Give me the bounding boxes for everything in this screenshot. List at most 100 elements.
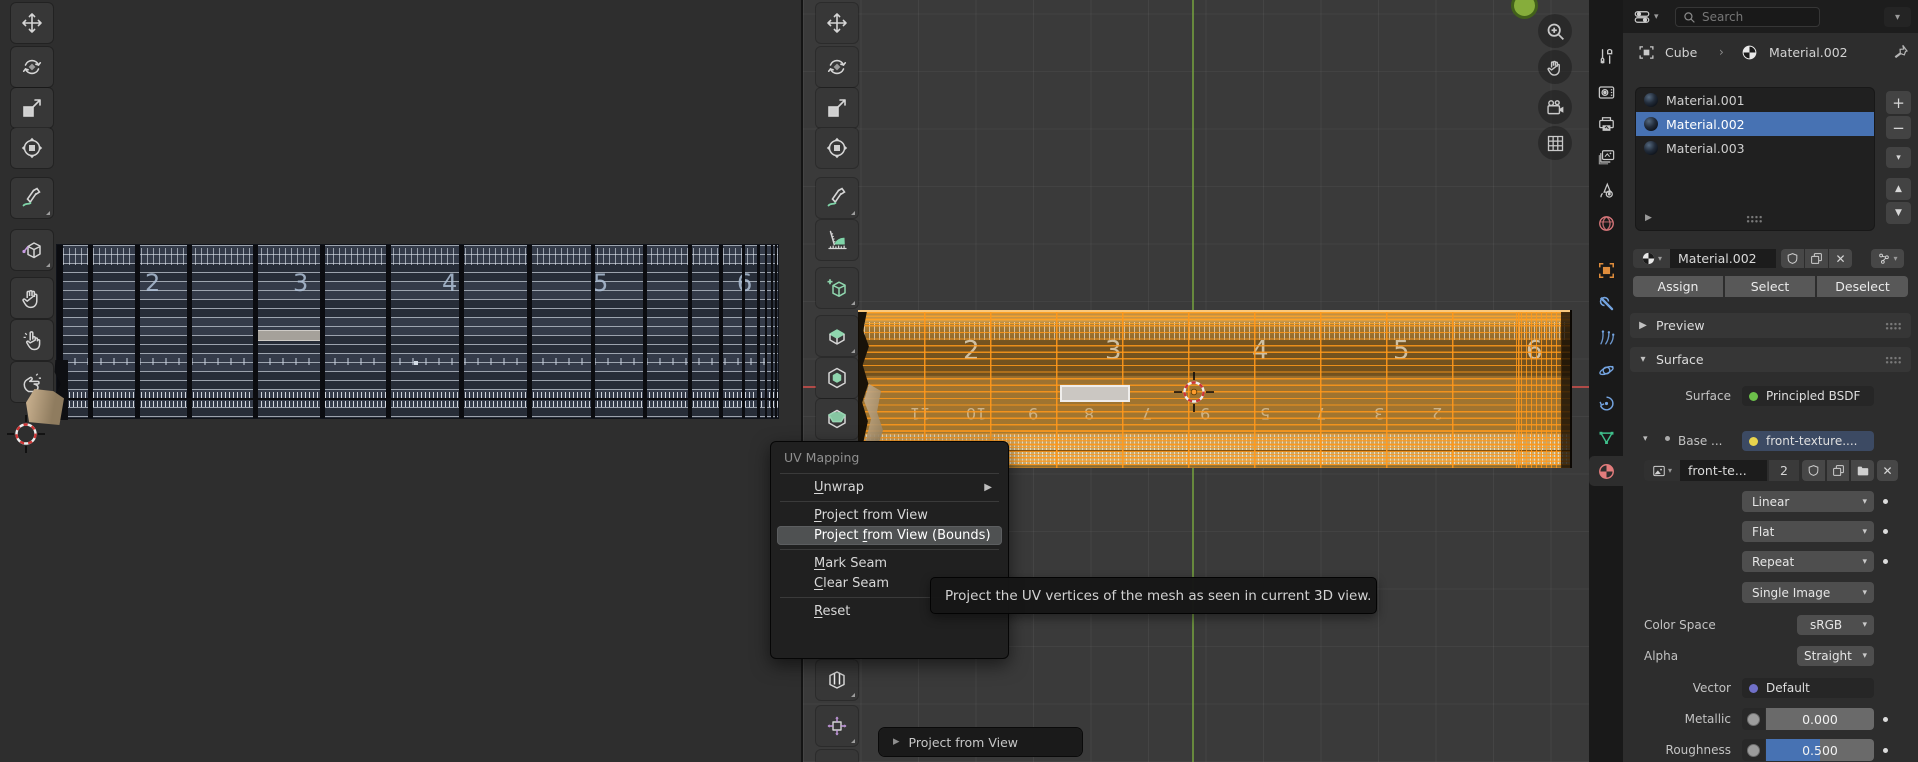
material-slot-material.002[interactable]: Material.002 xyxy=(1636,112,1874,136)
tab-output[interactable] xyxy=(1589,109,1623,139)
transform-tool-button[interactable] xyxy=(11,128,53,168)
breadcrumb-material[interactable]: Material.002 xyxy=(1769,45,1848,60)
metallic-socket-button[interactable] xyxy=(1742,708,1765,730)
inset-tool-button[interactable] xyxy=(816,358,858,398)
browse-image-button[interactable]: ▾ xyxy=(1644,460,1680,481)
roughness-socket-button[interactable] xyxy=(1742,739,1765,761)
color-space-dropdown[interactable]: sRGB▾ xyxy=(1797,615,1874,635)
annotate-tool-button[interactable] xyxy=(11,178,53,218)
operator-panel[interactable]: ▸ Project from View xyxy=(879,728,1082,756)
tab-object[interactable] xyxy=(1589,255,1623,285)
expand-arrow-icon[interactable]: ▸ xyxy=(893,734,900,749)
panel-drag-grip[interactable] xyxy=(1885,356,1902,364)
pan-view-button[interactable] xyxy=(1538,50,1572,84)
move-tool-button[interactable] xyxy=(816,3,858,43)
fake-user-shield-button[interactable] xyxy=(1781,249,1804,268)
source-dropdown[interactable]: Single Image▾ xyxy=(1742,582,1874,603)
panel-drag-grip[interactable] xyxy=(1885,322,1902,330)
scale-tool-button[interactable] xyxy=(11,88,53,128)
menu-item-unwrap[interactable]: Unwrap▶ xyxy=(777,478,1002,497)
nodetree-button[interactable]: ▾ xyxy=(1871,249,1904,268)
move-slot-down-button[interactable]: ▼ xyxy=(1886,202,1911,224)
relax-tool-button[interactable] xyxy=(11,320,53,360)
open-image-button[interactable] xyxy=(1851,460,1874,481)
roughness-slider[interactable]: 0.500 xyxy=(1766,739,1874,761)
unlink-image-button[interactable]: ✕ xyxy=(1877,460,1898,481)
bevel-tool-button[interactable] xyxy=(816,399,858,439)
move-slot-up-button[interactable]: ▲ xyxy=(1886,178,1911,200)
image-users-count[interactable]: 2 xyxy=(1769,460,1799,481)
annotate-tool-button[interactable] xyxy=(816,178,858,218)
copy-material-button[interactable] xyxy=(1805,249,1828,268)
add-cube-tool-button[interactable] xyxy=(11,230,53,270)
toggle-ortho-button[interactable] xyxy=(1538,126,1572,160)
vector-input-button[interactable]: Default xyxy=(1742,678,1874,698)
projection-dropdown[interactable]: Flat▾ xyxy=(1742,521,1874,542)
base-color-input-button[interactable]: front-texture.... xyxy=(1742,431,1874,451)
select-button[interactable]: Select xyxy=(1725,276,1815,297)
tab-render[interactable] xyxy=(1589,77,1623,107)
tab-data[interactable] xyxy=(1589,422,1623,452)
preview-panel-header[interactable]: ▶ Preview xyxy=(1630,313,1911,338)
tab-scene[interactable] xyxy=(1589,175,1623,205)
tab-physics[interactable] xyxy=(1589,355,1623,385)
keyframe-dot[interactable] xyxy=(1883,499,1888,504)
rotate-tool-button[interactable] xyxy=(11,47,53,87)
tab-material[interactable] xyxy=(1589,456,1623,486)
camera-view-button[interactable] xyxy=(1538,90,1572,124)
header-options-button[interactable]: ▾ xyxy=(1884,7,1911,27)
image-name-field[interactable]: front-te... xyxy=(1680,460,1767,481)
uv-2d-cursor[interactable] xyxy=(4,412,48,456)
surface-shader-button[interactable]: Principled BSDF xyxy=(1742,386,1874,406)
keyframe-dot[interactable] xyxy=(1883,717,1888,722)
tab-particles[interactable] xyxy=(1589,322,1623,352)
extrude-tool-button[interactable] xyxy=(816,316,858,356)
shear-tool-button[interactable] xyxy=(816,750,858,762)
surface-panel-header[interactable]: ▾ Surface xyxy=(1630,347,1911,372)
tab-world[interactable] xyxy=(1589,208,1623,238)
keyframe-dot[interactable] xyxy=(1883,559,1888,564)
browse-material-button[interactable]: ▾ xyxy=(1633,249,1670,268)
rotate-tool-button[interactable] xyxy=(816,47,858,87)
tab-constraint[interactable] xyxy=(1589,388,1623,418)
keyframe-dot[interactable] xyxy=(1883,529,1888,534)
assign-button[interactable]: Assign xyxy=(1633,276,1723,297)
material-specials-button[interactable]: ▾ xyxy=(1886,147,1911,168)
measure-tool-button[interactable] xyxy=(816,220,858,260)
shrink-fatten-tool-button[interactable] xyxy=(816,706,858,746)
add-material-slot-button[interactable]: + xyxy=(1886,91,1911,114)
loopcut-tool-button[interactable] xyxy=(816,660,858,700)
unlink-material-button[interactable]: ✕ xyxy=(1829,249,1852,268)
list-expand-icon[interactable]: ▶ xyxy=(1645,213,1652,223)
extension-dropdown[interactable]: Repeat▾ xyxy=(1742,551,1874,572)
interpolation-dropdown[interactable]: Linear▾ xyxy=(1742,491,1874,512)
tab-modifier[interactable] xyxy=(1589,288,1623,318)
list-resize-grip[interactable] xyxy=(1746,215,1763,223)
menu-item-mark-seam[interactable]: Mark Seam xyxy=(777,554,1002,573)
image-fake-user-button[interactable] xyxy=(1802,460,1825,481)
editor-type-button[interactable]: ▾ xyxy=(1629,6,1671,27)
material-slot-material.001[interactable]: Material.001 xyxy=(1636,88,1874,112)
move-tool-button[interactable] xyxy=(11,3,53,43)
zoom-button[interactable] xyxy=(1538,14,1572,48)
uv-editor[interactable]: 23456 xyxy=(0,0,801,762)
navigation-gizmo[interactable] xyxy=(1511,0,1538,19)
copy-image-button[interactable] xyxy=(1827,460,1849,481)
deselect-button[interactable]: Deselect xyxy=(1817,276,1908,297)
scale-tool-button[interactable] xyxy=(816,88,858,128)
remove-material-slot-button[interactable]: − xyxy=(1886,116,1911,139)
search-input[interactable]: Search xyxy=(1675,7,1820,27)
transform-tool-button[interactable] xyxy=(816,128,858,168)
material-slot-material.003[interactable]: Material.003 xyxy=(1636,136,1874,160)
material-name-field[interactable]: Material.002 xyxy=(1670,249,1776,268)
alpha-dropdown[interactable]: Straight▾ xyxy=(1797,646,1874,666)
chevron-down-icon[interactable]: ▾ xyxy=(1643,434,1648,444)
menu-item-project-from-view[interactable]: Project from View xyxy=(777,506,1002,525)
add-cube-green-button[interactable] xyxy=(816,268,858,308)
breadcrumb-object[interactable]: Cube xyxy=(1665,45,1697,60)
keyframe-dot[interactable] xyxy=(1883,748,1888,753)
pin-icon[interactable] xyxy=(1892,43,1909,60)
uv-unwrapped-mesh[interactable]: 23456 xyxy=(57,245,778,418)
tab-tool[interactable] xyxy=(1589,41,1623,71)
3d-cursor[interactable] xyxy=(1172,370,1216,414)
